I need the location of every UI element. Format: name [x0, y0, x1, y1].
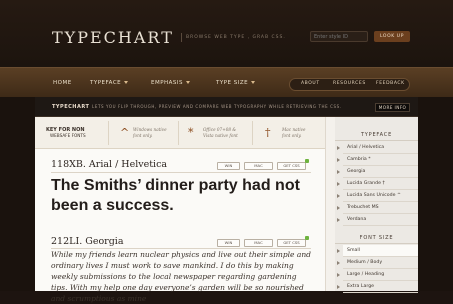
nav-emphasis[interactable]: EMPHASIS — [151, 80, 191, 86]
font-title: 118XB. Arial / Helvetica — [51, 159, 168, 170]
style-id-input[interactable] — [310, 31, 368, 42]
arrow-right-icon — [337, 249, 340, 253]
page-margin-right — [418, 97, 453, 291]
nav-feedback[interactable]: FEEDBACK — [376, 81, 405, 86]
nav-resources[interactable]: RESOURCES — [333, 81, 366, 86]
look-up-button[interactable]: LOOK UP — [374, 31, 410, 42]
arrow-right-icon — [337, 261, 340, 265]
key-text-windows: Windows native font only. — [133, 127, 167, 138]
chevron-down-icon — [124, 81, 129, 84]
get-css-button[interactable]: GET CSS — [277, 239, 306, 247]
arrow-right-icon — [337, 158, 340, 162]
font-title: 212LI. Georgia — [51, 236, 124, 247]
info-brand: TYPECHART — [52, 104, 90, 110]
win-button[interactable]: WIN — [217, 162, 240, 170]
arrow-right-icon — [337, 194, 340, 198]
typeface-option[interactable]: Lucida Sans Unicode ^ — [343, 190, 418, 202]
size-option[interactable]: Large / Heading — [343, 269, 418, 281]
nav-typeface[interactable]: TYPEFACE — [90, 80, 129, 86]
chevron-down-icon — [186, 81, 191, 84]
size-option[interactable]: Medium / Body — [343, 257, 418, 269]
site-tagline: BROWSE WEB TYPE , GRAB CSS. — [181, 33, 286, 42]
nav-about[interactable]: ABOUT — [301, 81, 320, 86]
key-divider — [178, 121, 179, 145]
key-divider — [108, 121, 109, 145]
arrow-right-icon — [337, 146, 340, 150]
mac-button[interactable]: MAC — [244, 162, 273, 170]
more-info-button[interactable]: MORE INFO — [375, 103, 410, 112]
key-symbol-mac: † — [265, 126, 271, 139]
arrow-right-icon — [337, 182, 340, 186]
info-description: LETS YOU FLIP THROUGH, PREVIEW AND COMPA… — [92, 104, 342, 109]
typeface-heading: TYPEFACE — [335, 129, 418, 141]
typeface-option[interactable]: Lucida Grande † — [343, 178, 418, 190]
arrow-right-icon — [337, 170, 340, 174]
arrow-right-icon — [337, 273, 340, 277]
site-logo[interactable]: TYPECHART — [52, 28, 174, 47]
arrow-right-icon — [337, 285, 340, 289]
font-size-heading: FONT SIZE — [335, 232, 418, 244]
css-badge-icon — [305, 159, 309, 163]
typeface-option[interactable]: Arial / Helvetica — [343, 142, 418, 154]
key-divider — [252, 121, 253, 145]
key-subtitle: WEBSAFE FONTS — [50, 133, 86, 138]
typeface-option[interactable]: Georgia — [343, 166, 418, 178]
get-css-button[interactable]: GET CSS — [277, 162, 306, 170]
font-sample-text: The Smiths’ dinner party had not been a … — [51, 177, 300, 214]
key-symbol-office: * — [188, 126, 194, 139]
nav-home[interactable]: HOME — [53, 80, 72, 86]
key-symbol-windows: ^ — [120, 126, 130, 139]
typeface-option[interactable]: Trebuchet MS — [343, 202, 418, 214]
arrow-right-icon — [337, 218, 340, 222]
arrow-right-icon — [337, 206, 340, 210]
scrollbar[interactable] — [325, 117, 335, 291]
page-margin-left — [0, 97, 35, 291]
css-badge-icon — [305, 236, 309, 240]
font-sample-paragraph: While my friends learn nuclear physics a… — [51, 250, 311, 303]
size-option[interactable]: Extra Large — [343, 281, 418, 293]
win-button[interactable]: WIN — [217, 239, 240, 247]
typeface-option[interactable]: Cambria * — [343, 154, 418, 166]
mac-button[interactable]: MAC — [244, 239, 273, 247]
nav-type-size[interactable]: TYPE SIZE — [216, 80, 256, 86]
key-text-office: Office 07+08 & Vista native font — [203, 127, 238, 138]
size-option-selected[interactable]: Small — [343, 245, 418, 257]
key-text-mac: Mac native font only. — [282, 127, 306, 138]
divider — [51, 172, 311, 173]
typeface-option[interactable]: Verdana — [343, 214, 418, 226]
chevron-down-icon — [251, 81, 256, 84]
